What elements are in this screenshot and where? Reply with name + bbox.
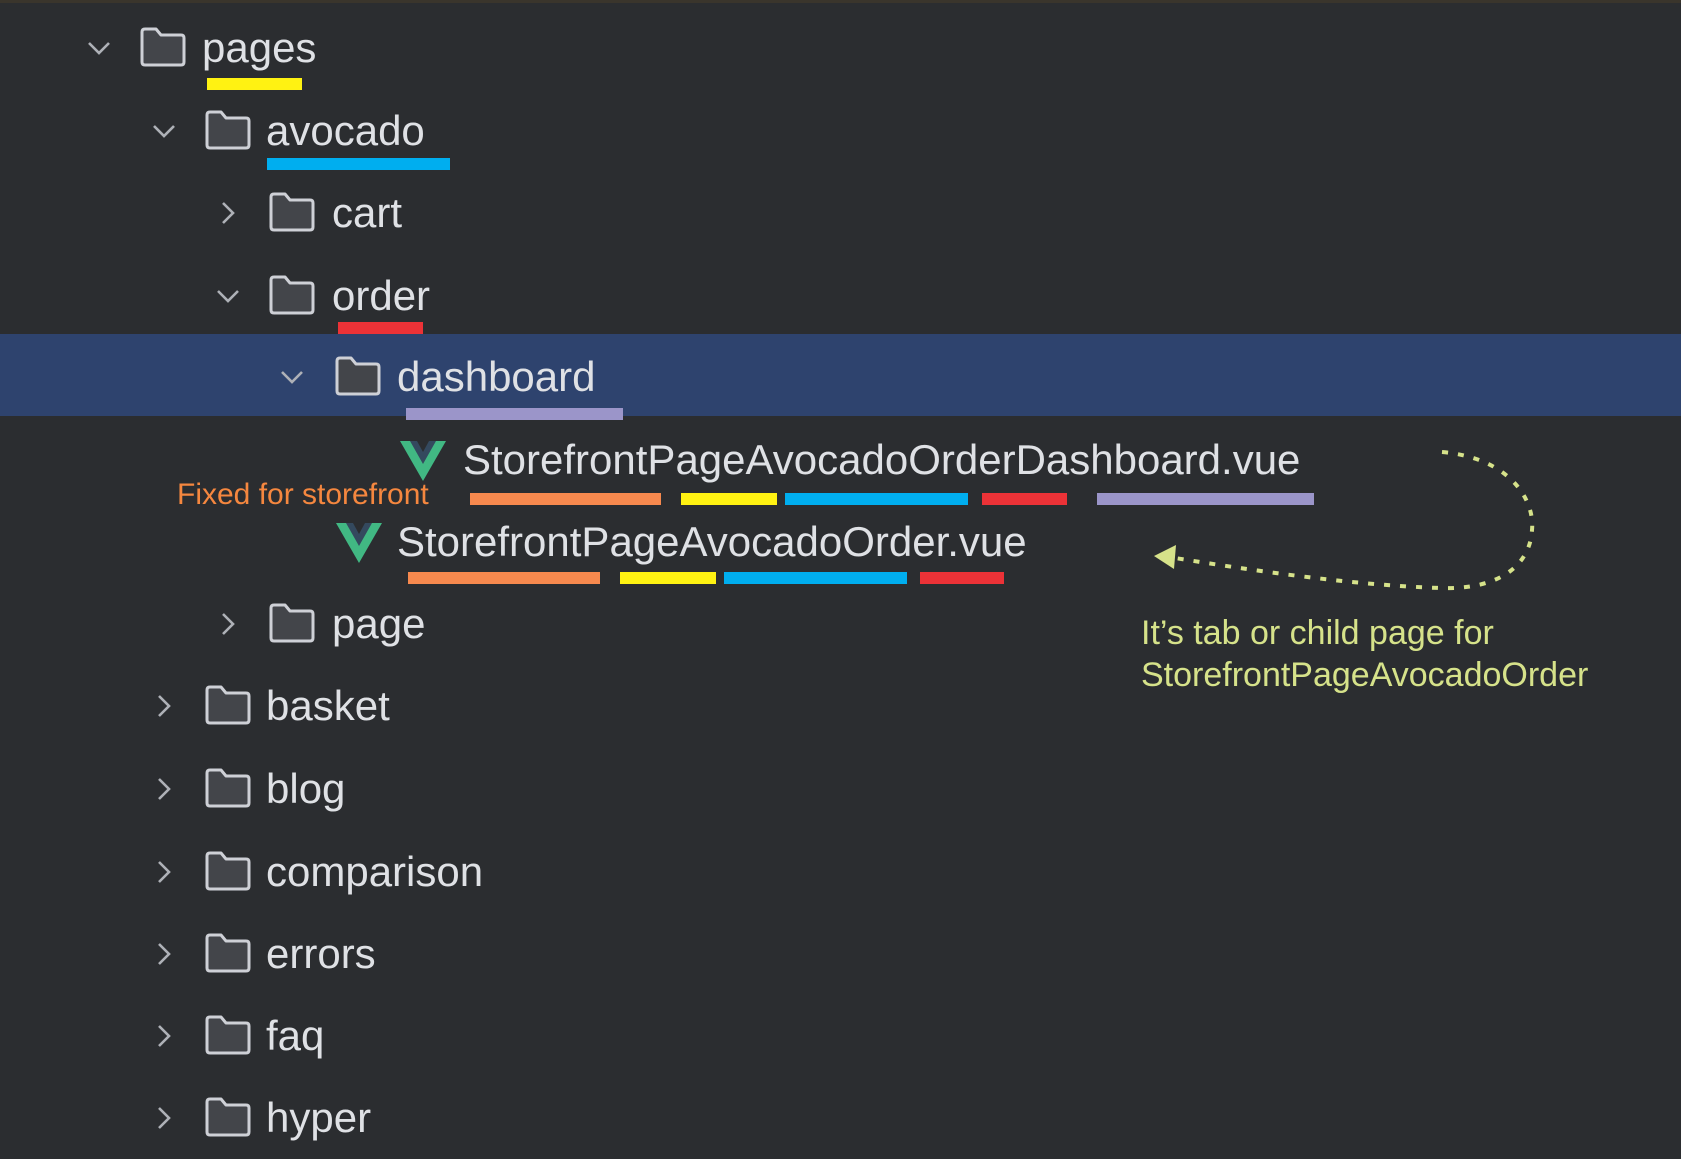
chevron-right-icon[interactable]	[150, 692, 178, 720]
tree-item-label: StorefrontPageAvocadoOrderDashboard.vue	[463, 436, 1301, 483]
segment-page-1	[681, 493, 777, 505]
folder-icon	[204, 1015, 252, 1055]
folder-icon	[204, 851, 252, 891]
chevron-down-icon[interactable]	[85, 34, 113, 62]
folder-icon	[204, 933, 252, 973]
folder-icon	[204, 1097, 252, 1137]
underline-dashboard	[406, 408, 623, 420]
underline-order	[338, 322, 423, 334]
segment-storefront-1	[470, 493, 661, 505]
chevron-down-icon[interactable]	[278, 363, 306, 391]
window-top-border	[0, 0, 1681, 3]
tree-item-label: errors	[266, 930, 376, 977]
segment-order-2	[920, 572, 1004, 584]
tree-folder-faq[interactable]: faq	[0, 995, 1681, 1077]
segment-avocado-1	[785, 493, 968, 505]
folder-icon	[268, 192, 316, 232]
tree-item-label: pages	[202, 24, 317, 71]
underline-pages	[207, 78, 302, 90]
chevron-right-icon[interactable]	[214, 610, 242, 638]
folder-icon	[334, 356, 382, 396]
folder-icon	[139, 27, 187, 67]
tree-item-label: page	[332, 600, 426, 647]
tree-item-label: faq	[266, 1012, 325, 1059]
segment-dashboard-1	[1097, 493, 1314, 505]
chevron-right-icon[interactable]	[150, 858, 178, 886]
tree-item-label: basket	[266, 682, 390, 729]
folder-icon	[268, 603, 316, 643]
chevron-down-icon[interactable]	[150, 117, 178, 145]
tree-folder-errors[interactable]: errors	[0, 913, 1681, 995]
tree-item-label: dashboard	[397, 353, 596, 400]
tree-folder-avocado[interactable]: avocado	[0, 90, 1681, 172]
tree-item-label: hyper	[266, 1094, 372, 1141]
chevron-right-icon[interactable]	[150, 1104, 178, 1132]
tree-folder-hyper[interactable]: hyper	[0, 1077, 1681, 1159]
underline-avocado	[267, 158, 450, 170]
segment-storefront-2	[408, 572, 600, 584]
tree-item-label: comparison	[266, 848, 484, 895]
folder-icon	[204, 768, 252, 808]
vue-file-icon	[400, 439, 446, 483]
child-page-note-line2: StorefrontPageAvocadoOrder	[1141, 656, 1589, 694]
chevron-right-icon[interactable]	[214, 199, 242, 227]
folder-icon	[204, 110, 252, 150]
tree-item-label: blog	[266, 765, 346, 812]
vue-file-icon	[336, 521, 382, 565]
tree-folder-pages[interactable]: pages	[0, 7, 1681, 89]
folder-icon	[268, 275, 316, 315]
tree-folder-dashboard[interactable]: dashboard	[0, 336, 1681, 418]
tree-item-label: cart	[332, 189, 403, 236]
chevron-right-icon[interactable]	[150, 1022, 178, 1050]
chevron-down-icon[interactable]	[214, 282, 242, 310]
tree-folder-blog[interactable]: blog	[0, 748, 1681, 830]
chevron-right-icon[interactable]	[150, 775, 178, 803]
child-page-note: It’s tab or child page for StorefrontPag…	[1141, 612, 1588, 696]
tree-folder-cart[interactable]: cart	[0, 172, 1681, 254]
child-page-note-line1: It’s tab or child page for	[1141, 614, 1494, 652]
tree-folder-order[interactable]: order	[0, 255, 1681, 337]
tree-folder-comparison[interactable]: comparison	[0, 831, 1681, 913]
folder-icon	[204, 685, 252, 725]
tree-file[interactable]: StorefrontPageAvocadoOrder.vue	[0, 501, 1681, 583]
segment-avocado-2	[724, 572, 907, 584]
fixed-for-storefront-note: Fixed for storefront	[177, 478, 429, 511]
chevron-right-icon[interactable]	[150, 940, 178, 968]
segment-order-1	[982, 493, 1067, 505]
segment-page-2	[620, 572, 716, 584]
tree-item-label: StorefrontPageAvocadoOrder.vue	[397, 518, 1027, 565]
